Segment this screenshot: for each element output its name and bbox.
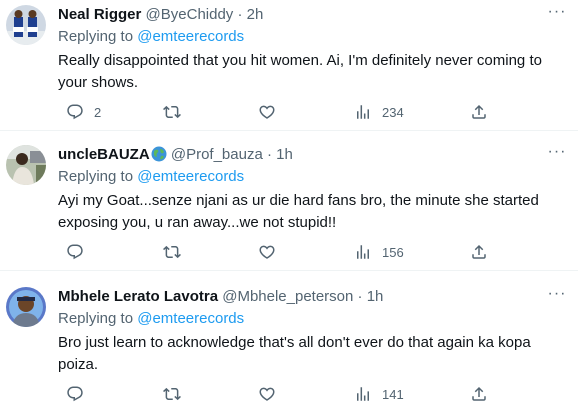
avatar-image: [6, 287, 46, 327]
user-handle[interactable]: @ByeChiddy: [146, 6, 234, 23]
retweet-button[interactable]: [163, 102, 191, 122]
tweet-header: Neal Rigger @ByeChiddy · 2h: [58, 5, 263, 25]
more-options-icon[interactable]: ···: [546, 285, 568, 307]
share-button[interactable]: [470, 102, 488, 122]
reply-icon: [67, 104, 83, 120]
replying-to-prefix: Replying to: [58, 28, 138, 45]
display-name[interactable]: uncleBAUZA: [58, 146, 150, 163]
avatar[interactable]: [6, 145, 46, 185]
action-bar: 156: [58, 242, 558, 262]
globe-icon: [151, 146, 167, 168]
avatar[interactable]: [6, 5, 46, 45]
views-icon: [357, 387, 369, 401]
reply-tweet[interactable]: Neal Rigger @ByeChiddy · 2h ··· Replying…: [0, 3, 578, 125]
tweet-text: Really disappointed that you hit women. …: [58, 52, 542, 91]
reply-tweet[interactable]: Mbhele Lerato Lavotra @Mbhele_peterson ·…: [0, 285, 578, 404]
separator-dot: ·: [266, 146, 272, 163]
replying-to-link[interactable]: @emteerecords: [137, 168, 244, 185]
share-button[interactable]: [470, 242, 488, 262]
share-icon: [472, 386, 486, 401]
display-name[interactable]: Mbhele Lerato Lavotra: [58, 288, 218, 305]
tweet-text: Bro just learn to acknowledge that's all…: [58, 334, 531, 373]
retweet-button[interactable]: [163, 384, 191, 404]
user-handle[interactable]: @Prof_bauza: [171, 146, 263, 163]
timestamp[interactable]: 1h: [276, 146, 293, 163]
avatar-image: [6, 5, 46, 45]
views-icon: [357, 245, 369, 259]
replying-to: Replying to @emteerecords: [58, 167, 244, 187]
action-bar: 141: [58, 384, 558, 404]
reply-icon: [67, 386, 83, 402]
view-count: 234: [382, 104, 404, 120]
share-icon: [472, 244, 486, 259]
reply-tweet[interactable]: uncleBAUZA @Prof_bauza · 1h ··· Replying…: [0, 143, 578, 265]
timestamp[interactable]: 1h: [367, 288, 384, 305]
display-name[interactable]: Neal Rigger: [58, 6, 141, 23]
more-options-icon[interactable]: ···: [546, 3, 568, 25]
avatar[interactable]: [6, 287, 46, 327]
views-button[interactable]: 156: [354, 242, 404, 262]
avatar-image: [6, 145, 46, 185]
timestamp[interactable]: 2h: [247, 6, 264, 23]
replying-to-prefix: Replying to: [58, 168, 138, 185]
like-icon: [259, 105, 275, 119]
like-icon: [259, 245, 275, 259]
replying-to: Replying to @emteerecords: [58, 27, 244, 47]
reply-button[interactable]: 2: [66, 102, 101, 122]
like-icon: [259, 387, 275, 401]
view-count: 141: [382, 386, 404, 402]
share-button[interactable]: [470, 384, 488, 404]
replying-to-link[interactable]: @emteerecords: [137, 28, 244, 45]
tweet-header: uncleBAUZA @Prof_bauza · 1h: [58, 145, 293, 165]
views-icon: [357, 105, 369, 119]
replying-to-prefix: Replying to: [58, 310, 138, 327]
divider: [0, 130, 578, 131]
divider: [0, 270, 578, 271]
like-button[interactable]: [258, 102, 286, 122]
retweet-button[interactable]: [163, 242, 191, 262]
tweet-header: Mbhele Lerato Lavotra @Mbhele_peterson ·…: [58, 287, 383, 307]
like-button[interactable]: [258, 242, 286, 262]
views-button[interactable]: 141: [354, 384, 404, 404]
user-handle[interactable]: @Mbhele_peterson: [222, 288, 353, 305]
reply-button[interactable]: [66, 242, 94, 262]
replying-to-link[interactable]: @emteerecords: [137, 310, 244, 327]
view-count: 156: [382, 244, 404, 260]
action-bar: 2 234: [58, 102, 558, 122]
retweet-icon: [163, 105, 181, 119]
reply-button[interactable]: [66, 384, 94, 404]
retweet-icon: [163, 245, 181, 259]
separator-dot: ·: [357, 288, 363, 305]
like-button[interactable]: [258, 384, 286, 404]
views-button[interactable]: 234: [354, 102, 404, 122]
more-options-icon[interactable]: ···: [546, 143, 568, 165]
share-icon: [472, 104, 486, 119]
tweet-text: Ayi my Goat...senze njani as ur die hard…: [58, 192, 539, 231]
reply-icon: [67, 244, 83, 260]
separator-dot: ·: [237, 6, 243, 23]
replying-to: Replying to @emteerecords: [58, 309, 244, 329]
reply-count: 2: [94, 104, 102, 120]
retweet-icon: [163, 387, 181, 401]
